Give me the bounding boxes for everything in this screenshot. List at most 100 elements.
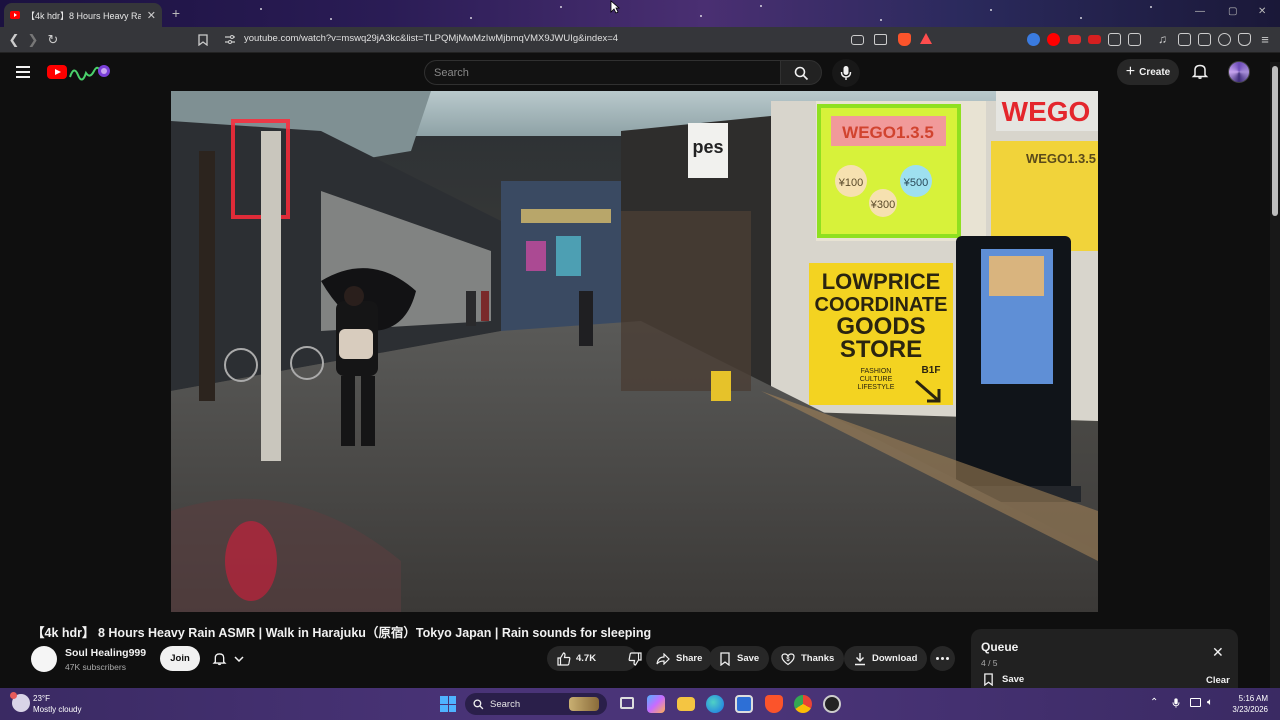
video-title: 【4k hdr】 8 Hours Heavy Rain ASMR | Walk … (32, 626, 652, 640)
tab-close-icon[interactable]: ✕ (147, 9, 156, 22)
video-sign-culture: CULTURE (860, 376, 893, 383)
window-close-icon[interactable]: ✕ (1258, 6, 1266, 17)
video-sign-b1f: B1F (922, 365, 941, 376)
task-view-icon[interactable] (620, 697, 634, 709)
extension-red-icon[interactable] (1068, 35, 1081, 44)
browser-tab-active[interactable]: 【4k hdr】8 Hours Heavy Rain ✕ (4, 3, 162, 27)
extension-youtube-icon[interactable] (1047, 33, 1060, 46)
screen: 【4k hdr】8 Hours Heavy Rain ✕ + — ▢ ✕ ❮ ❯… (0, 0, 1280, 720)
taskbar-search-icon (473, 698, 484, 709)
file-explorer-icon[interactable] (677, 697, 695, 711)
channel-avatar[interactable] (31, 646, 57, 672)
join-button[interactable]: Join (160, 646, 200, 671)
share-button[interactable]: Share (646, 646, 713, 671)
extension-puzzle-icon[interactable] (1108, 33, 1121, 46)
more-actions-button[interactable] (930, 646, 955, 671)
weather-icon[interactable] (10, 692, 30, 712)
menu-icon[interactable]: ≡ (1257, 32, 1273, 48)
download-button[interactable]: Download (844, 646, 928, 671)
browser-tab-bar: 【4k hdr】8 Hours Heavy Rain ✕ + — ▢ ✕ (0, 0, 1280, 27)
voice-search-button[interactable] (832, 59, 860, 87)
queue-close-icon[interactable]: ✕ (1212, 645, 1224, 659)
scrollbar-thumb[interactable] (1272, 66, 1278, 216)
back-icon[interactable]: ❮ (6, 32, 22, 48)
taskbar-search[interactable]: Search (465, 693, 607, 715)
url-field[interactable]: youtube.com/watch?v=mswq29jA3kc&list=TLP… (244, 33, 618, 44)
chevron-down-icon (234, 656, 244, 662)
video-sign-wego135: WEGO1.3.5 (842, 123, 934, 142)
youtube-doodle-icon[interactable] (68, 61, 110, 83)
extension-box-icon[interactable] (1128, 33, 1141, 46)
thanks-button[interactable]: $ Thanks (771, 646, 845, 671)
reload-icon[interactable]: ↻ (45, 32, 61, 48)
system-clock[interactable]: 5:16 AM 3/23/2026 (1222, 693, 1268, 715)
search-highlight-image (569, 697, 599, 711)
cast-icon[interactable] (851, 35, 864, 45)
weather-temperature: 23°F (33, 694, 50, 703)
sidebar-toggle-icon[interactable] (1178, 33, 1191, 46)
bookmark-icon[interactable] (198, 34, 208, 46)
account-avatar[interactable] (1228, 61, 1250, 83)
leo-ai-icon[interactable] (1218, 33, 1231, 46)
queue-position: 4 / 5 (981, 658, 998, 668)
video-sign-wego-yellow: WEGO1.3.5 (1026, 151, 1096, 166)
music-icon[interactable]: ♫ (1158, 32, 1171, 46)
search-icon (794, 66, 809, 81)
maximize-icon[interactable]: ▢ (1228, 6, 1237, 17)
forward-icon[interactable]: ❯ (25, 32, 41, 48)
youtube-logo-icon[interactable] (47, 65, 67, 79)
brave-rewards-icon[interactable] (920, 33, 932, 44)
store-icon[interactable] (735, 695, 753, 713)
tray-overflow-icon[interactable]: ⌃ (1150, 697, 1158, 708)
queue-save-button[interactable]: Save (983, 673, 1024, 686)
vpn-icon[interactable] (1238, 33, 1251, 46)
video-sign-fashion: FASHION (861, 368, 892, 375)
queue-panel: Queue 4 / 5 ✕ Save Clear (971, 629, 1238, 691)
start-windows-icon[interactable] (440, 696, 456, 712)
save-bookmark-icon (720, 651, 730, 666)
create-label: Create (1139, 66, 1171, 78)
copilot-icon[interactable] (647, 695, 665, 713)
minimize-icon[interactable]: — (1195, 6, 1205, 17)
tray-mic-icon[interactable] (1172, 697, 1180, 709)
thanks-label: Thanks (801, 653, 835, 664)
like-button[interactable]: 4.7K (547, 646, 606, 671)
save-button[interactable]: Save (709, 646, 770, 671)
brave-icon[interactable] (765, 695, 783, 713)
site-info-icon[interactable] (224, 35, 236, 45)
wallet-icon[interactable] (1198, 33, 1211, 46)
queue-title: Queue (981, 640, 1019, 654)
chrome-icon[interactable] (794, 695, 812, 713)
obs-icon[interactable] (823, 695, 841, 713)
queue-clear-button[interactable]: Clear (1206, 675, 1230, 686)
subscription-bell-button[interactable] (206, 646, 256, 671)
create-button[interactable]: + Create (1117, 59, 1179, 85)
page-scrollbar[interactable] (1270, 62, 1280, 688)
plus-icon: + (1125, 63, 1136, 80)
thumbs-down-icon (628, 651, 642, 666)
video-sign-store: STORE (840, 336, 922, 363)
channel-name[interactable]: Soul Healing999 (65, 647, 146, 659)
brave-shield-icon[interactable] (898, 33, 911, 46)
youtube-favicon-icon (10, 11, 20, 19)
video-sign-500: ¥500 (903, 177, 928, 189)
volume-icon[interactable]: 🔈︎ (1207, 697, 1213, 708)
download-label: Download (872, 653, 918, 664)
edge-icon[interactable] (706, 695, 724, 713)
taskbar-search-label: Search (490, 698, 521, 710)
queue-save-icon (984, 673, 993, 686)
clock-time: 5:16 AM (1238, 694, 1268, 703)
search-button[interactable] (780, 60, 822, 85)
queue-save-label: Save (1002, 674, 1025, 685)
search-input[interactable]: Search (424, 60, 782, 85)
extension-globe-icon[interactable] (1027, 33, 1040, 46)
save-label: Save (737, 653, 760, 664)
share-page-icon[interactable] (874, 34, 887, 45)
video-player[interactable]: WEGO1.3.5 WEGO WEGO1.3.5 ¥100 ¥500 ¥300 … (171, 91, 1098, 612)
tab-title: 【4k hdr】8 Hours Heavy Rain (26, 10, 141, 21)
hamburger-menu-icon[interactable] (16, 66, 30, 78)
new-tab-icon[interactable]: + (168, 5, 184, 21)
notifications-bell-icon[interactable] (1191, 62, 1209, 80)
extension-yt-alt-icon[interactable] (1088, 35, 1101, 44)
network-icon[interactable] (1190, 698, 1201, 707)
